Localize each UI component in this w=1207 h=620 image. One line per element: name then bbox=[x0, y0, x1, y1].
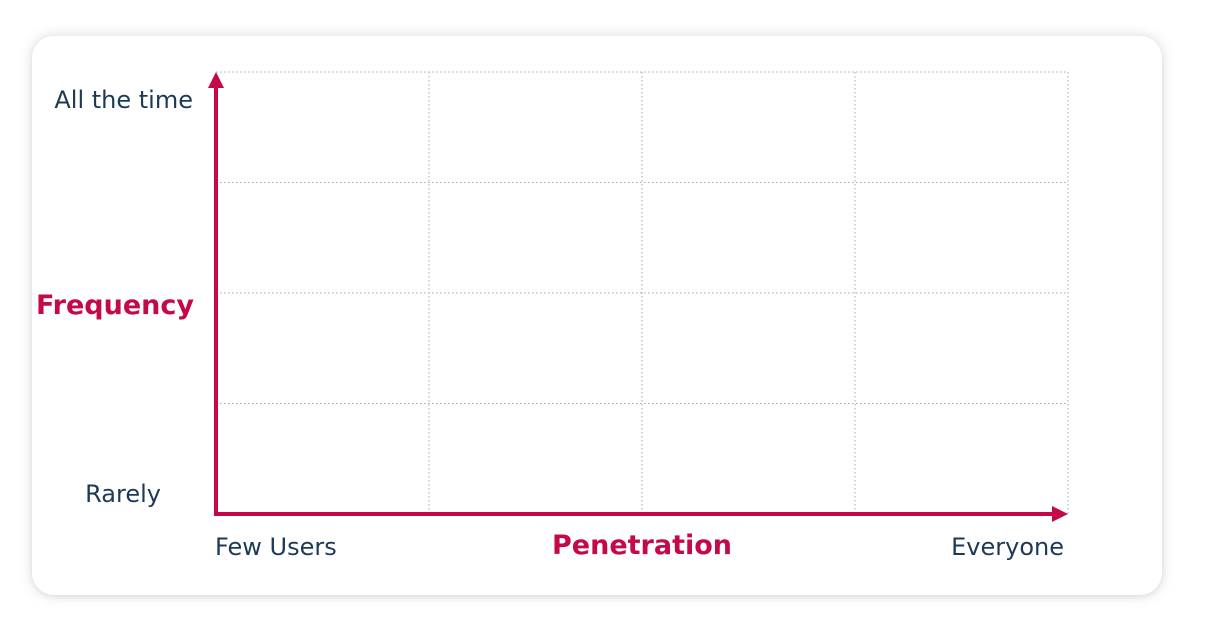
grid bbox=[216, 71, 1069, 514]
y-axis-high-label: All the time bbox=[54, 86, 193, 114]
x-axis-low-label: Few Users bbox=[215, 533, 337, 561]
x-axis-arrowhead bbox=[1052, 506, 1068, 522]
x-axis-title: Penetration bbox=[551, 530, 733, 561]
y-axis-title: Frequency bbox=[35, 290, 194, 321]
page: All the time Frequency Rarely Few Users … bbox=[0, 0, 1207, 620]
y-axis-arrowhead bbox=[208, 72, 224, 88]
axes bbox=[208, 72, 1068, 522]
x-axis-high-label: Everyone bbox=[951, 533, 1064, 561]
y-axis-low-label: Rarely bbox=[85, 480, 161, 508]
